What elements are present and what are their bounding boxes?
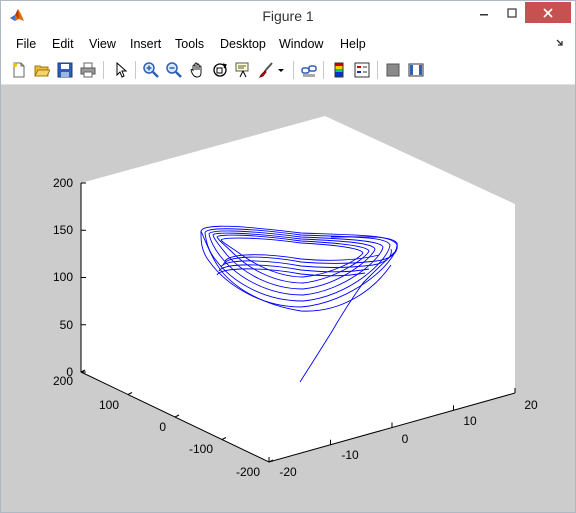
pan-hand-icon — [190, 62, 202, 78]
save-button[interactable] — [55, 60, 75, 80]
insert-legend-icon — [354, 62, 370, 78]
toolbar-separator — [135, 61, 136, 79]
chevron-down-icon — [278, 69, 284, 72]
brush-icon — [259, 62, 273, 78]
maximize-button[interactable] — [499, 2, 525, 23]
edit-plot-arrow-icon — [116, 62, 128, 78]
menu-desktop[interactable]: Desktop — [220, 37, 266, 51]
zoom-in-button[interactable] — [141, 60, 161, 80]
x-tick-label: 0 — [402, 432, 409, 446]
dock-arrow-icon[interactable] — [555, 38, 565, 48]
data-cursor-button[interactable] — [233, 60, 253, 80]
y-tick-label: 100 — [99, 398, 119, 412]
toolbar-separator — [323, 61, 324, 79]
hide-plot-tools-icon — [386, 63, 400, 77]
show-plot-tools-button[interactable] — [406, 60, 426, 80]
save-icon — [57, 62, 73, 78]
show-plot-tools-icon — [408, 63, 424, 77]
title-bar: Figure 1 — [1, 1, 575, 32]
menu-file[interactable]: File — [16, 37, 36, 51]
brush-button[interactable] — [256, 60, 276, 80]
pan-button[interactable] — [187, 60, 207, 80]
toolbar — [1, 56, 575, 85]
menu-edit[interactable]: Edit — [52, 37, 74, 51]
figure-canvas[interactable]: 0 50 100 150 200 200 100 0 -100 -200 -20… — [1, 85, 575, 512]
menu-help[interactable]: Help — [340, 37, 366, 51]
open-file-button[interactable] — [32, 60, 52, 80]
minimize-icon — [480, 13, 488, 15]
menu-window[interactable]: Window — [279, 37, 323, 51]
link-plot-icon — [301, 65, 317, 77]
zoom-out-icon — [166, 62, 182, 78]
figure-window: Figure 1 File Edit View Insert Tools Des… — [0, 0, 576, 513]
z-tick-label: 200 — [53, 176, 73, 190]
y-tick-label: -100 — [189, 442, 213, 456]
toolbar-separator — [377, 61, 378, 79]
menu-insert[interactable]: Insert — [130, 37, 161, 51]
z-tick-label: 50 — [60, 318, 74, 332]
insert-legend-button[interactable] — [352, 60, 372, 80]
open-file-icon — [34, 65, 50, 77]
y-tick-label: 200 — [53, 374, 73, 388]
insert-colorbar-icon — [334, 62, 344, 78]
x-tick-label: 20 — [524, 398, 538, 412]
toolbar-separator — [103, 61, 104, 79]
rotate-3d-icon — [213, 63, 228, 77]
menu-view[interactable]: View — [89, 37, 116, 51]
toolbar-separator — [293, 61, 294, 79]
close-button[interactable] — [525, 2, 571, 23]
y-tick-label: 0 — [159, 420, 166, 434]
insert-colorbar-button[interactable] — [329, 60, 349, 80]
zoom-out-button[interactable] — [164, 60, 184, 80]
rotate-3d-button[interactable] — [210, 60, 230, 80]
maximize-icon — [507, 7, 517, 18]
zoom-in-icon — [143, 62, 159, 78]
y-tick-label: -200 — [236, 465, 260, 479]
axes-3d[interactable]: 0 50 100 150 200 200 100 0 -100 -200 -20… — [1, 85, 575, 512]
brush-dropdown-button[interactable] — [275, 60, 287, 80]
x-tick-label: -20 — [279, 465, 297, 479]
menu-tools[interactable]: Tools — [175, 37, 204, 51]
new-figure-button[interactable] — [9, 60, 29, 80]
close-icon — [543, 7, 553, 18]
new-figure-icon — [13, 62, 25, 78]
link-plot-button[interactable] — [299, 60, 319, 80]
x-tick-label: 10 — [463, 414, 477, 428]
menu-bar: File Edit View Insert Tools Desktop Wind… — [1, 32, 575, 56]
data-cursor-icon — [235, 62, 249, 78]
edit-plot-button[interactable] — [111, 60, 131, 80]
hide-plot-tools-button[interactable] — [383, 60, 403, 80]
z-tick-label: 100 — [53, 270, 73, 284]
x-tick-label: -10 — [341, 448, 359, 462]
print-icon — [80, 62, 96, 78]
print-button[interactable] — [78, 60, 98, 80]
minimize-button[interactable] — [471, 2, 497, 23]
z-tick-label: 150 — [53, 223, 73, 237]
